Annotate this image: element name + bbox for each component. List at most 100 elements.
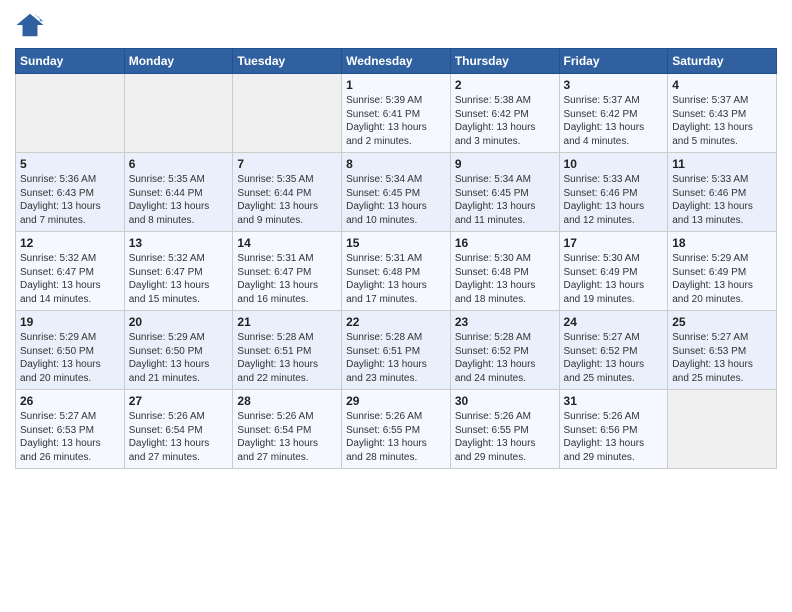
day-number: 13	[129, 236, 229, 250]
day-cell: 1 Sunrise: 5:39 AM Sunset: 6:41 PM Daylig…	[342, 74, 451, 153]
day-number: 14	[237, 236, 337, 250]
day-detail: Sunrise: 5:38 AM Sunset: 6:42 PM Dayligh…	[455, 94, 555, 148]
day-cell: 12 Sunrise: 5:32 AM Sunset: 6:47 PM Dayli…	[16, 232, 125, 311]
weekday-header-thursday: Thursday	[450, 49, 559, 74]
day-cell: 25 Sunrise: 5:27 AM Sunset: 6:53 PM Dayli…	[668, 311, 777, 390]
weekday-header-wednesday: Wednesday	[342, 49, 451, 74]
day-number: 12	[20, 236, 120, 250]
weekday-header-tuesday: Tuesday	[233, 49, 342, 74]
day-detail: Sunrise: 5:28 AM Sunset: 6:51 PM Dayligh…	[346, 331, 446, 385]
day-cell	[16, 74, 125, 153]
day-number: 29	[346, 394, 446, 408]
day-cell: 14Sunrise: 5:31 AM Sunset: 6:47 PM Dayli…	[233, 232, 342, 311]
day-cell: 30 Sunrise: 5:26 AM Sunset: 6:55 PM Dayli…	[450, 390, 559, 469]
day-number: 8	[346, 157, 446, 171]
day-cell: 18Sunrise: 5:29 AM Sunset: 6:49 PM Dayli…	[668, 232, 777, 311]
week-row-5: 26 Sunrise: 5:27 AM Sunset: 6:53 PM Dayli…	[16, 390, 777, 469]
day-cell: 26 Sunrise: 5:27 AM Sunset: 6:53 PM Dayli…	[16, 390, 125, 469]
day-cell: 13 Sunrise: 5:32 AM Sunset: 6:47 PM Dayli…	[124, 232, 233, 311]
day-number: 26	[20, 394, 120, 408]
day-cell: 23 Sunrise: 5:28 AM Sunset: 6:52 PM Dayli…	[450, 311, 559, 390]
logo-icon	[15, 10, 45, 40]
week-row-4: 19 Sunrise: 5:29 AM Sunset: 6:50 PM Dayli…	[16, 311, 777, 390]
day-detail: Sunrise: 5:32 AM Sunset: 6:47 PM Dayligh…	[20, 252, 120, 306]
day-cell: 2 Sunrise: 5:38 AM Sunset: 6:42 PM Daylig…	[450, 74, 559, 153]
day-detail: Sunrise: 5:35 AM Sunset: 6:44 PM Dayligh…	[237, 173, 337, 227]
day-number: 16	[455, 236, 555, 250]
day-number: 25	[672, 315, 772, 329]
day-detail: Sunrise: 5:27 AM Sunset: 6:53 PM Dayligh…	[20, 410, 120, 464]
day-cell: 27 Sunrise: 5:26 AM Sunset: 6:54 PM Dayli…	[124, 390, 233, 469]
day-number: 18	[672, 236, 772, 250]
day-number: 20	[129, 315, 229, 329]
day-detail: Sunrise: 5:26 AM Sunset: 6:54 PM Dayligh…	[237, 410, 337, 464]
day-detail: Sunrise: 5:29 AM Sunset: 6:50 PM Dayligh…	[20, 331, 120, 385]
day-detail: Sunrise: 5:26 AM Sunset: 6:55 PM Dayligh…	[346, 410, 446, 464]
day-number: 28	[237, 394, 337, 408]
day-detail: Sunrise: 5:34 AM Sunset: 6:45 PM Dayligh…	[346, 173, 446, 227]
day-number: 17	[564, 236, 664, 250]
day-number: 6	[129, 157, 229, 171]
day-number: 23	[455, 315, 555, 329]
day-detail: Sunrise: 5:29 AM Sunset: 6:50 PM Dayligh…	[129, 331, 229, 385]
day-cell: 6 Sunrise: 5:35 AM Sunset: 6:44 PM Daylig…	[124, 153, 233, 232]
day-number: 22	[346, 315, 446, 329]
day-number: 24	[564, 315, 664, 329]
week-row-2: 5 Sunrise: 5:36 AM Sunset: 6:43 PM Daylig…	[16, 153, 777, 232]
day-number: 4	[672, 78, 772, 92]
day-detail: Sunrise: 5:26 AM Sunset: 6:54 PM Dayligh…	[129, 410, 229, 464]
day-number: 10	[564, 157, 664, 171]
day-number: 7	[237, 157, 337, 171]
day-cell: 10Sunrise: 5:33 AM Sunset: 6:46 PM Dayli…	[559, 153, 668, 232]
day-detail: Sunrise: 5:39 AM Sunset: 6:41 PM Dayligh…	[346, 94, 446, 148]
day-detail: Sunrise: 5:33 AM Sunset: 6:46 PM Dayligh…	[672, 173, 772, 227]
day-number: 15	[346, 236, 446, 250]
calendar-table: SundayMondayTuesdayWednesdayThursdayFrid…	[15, 48, 777, 469]
day-detail: Sunrise: 5:27 AM Sunset: 6:53 PM Dayligh…	[672, 331, 772, 385]
day-cell: 24 Sunrise: 5:27 AM Sunset: 6:52 PM Dayli…	[559, 311, 668, 390]
day-cell	[233, 74, 342, 153]
weekday-header-saturday: Saturday	[668, 49, 777, 74]
day-detail: Sunrise: 5:35 AM Sunset: 6:44 PM Dayligh…	[129, 173, 229, 227]
day-number: 31	[564, 394, 664, 408]
day-number: 2	[455, 78, 555, 92]
weekday-header-monday: Monday	[124, 49, 233, 74]
day-cell: 20 Sunrise: 5:29 AM Sunset: 6:50 PM Dayli…	[124, 311, 233, 390]
day-cell: 17 Sunrise: 5:30 AM Sunset: 6:49 PM Dayli…	[559, 232, 668, 311]
day-detail: Sunrise: 5:32 AM Sunset: 6:47 PM Dayligh…	[129, 252, 229, 306]
day-cell: 31Sunrise: 5:26 AM Sunset: 6:56 PM Dayli…	[559, 390, 668, 469]
day-cell	[124, 74, 233, 153]
day-detail: Sunrise: 5:28 AM Sunset: 6:51 PM Dayligh…	[237, 331, 337, 385]
day-number: 30	[455, 394, 555, 408]
day-number: 27	[129, 394, 229, 408]
week-row-3: 12 Sunrise: 5:32 AM Sunset: 6:47 PM Dayli…	[16, 232, 777, 311]
day-detail: Sunrise: 5:37 AM Sunset: 6:42 PM Dayligh…	[564, 94, 664, 148]
day-detail: Sunrise: 5:28 AM Sunset: 6:52 PM Dayligh…	[455, 331, 555, 385]
day-cell: 16 Sunrise: 5:30 AM Sunset: 6:48 PM Dayli…	[450, 232, 559, 311]
day-cell: 7 Sunrise: 5:35 AM Sunset: 6:44 PM Daylig…	[233, 153, 342, 232]
header	[15, 10, 777, 40]
day-number: 21	[237, 315, 337, 329]
weekday-header-sunday: Sunday	[16, 49, 125, 74]
day-cell	[668, 390, 777, 469]
day-detail: Sunrise: 5:36 AM Sunset: 6:43 PM Dayligh…	[20, 173, 120, 227]
day-detail: Sunrise: 5:30 AM Sunset: 6:48 PM Dayligh…	[455, 252, 555, 306]
day-detail: Sunrise: 5:26 AM Sunset: 6:55 PM Dayligh…	[455, 410, 555, 464]
logo	[15, 10, 49, 40]
day-detail: Sunrise: 5:37 AM Sunset: 6:43 PM Dayligh…	[672, 94, 772, 148]
day-number: 1	[346, 78, 446, 92]
day-number: 3	[564, 78, 664, 92]
day-cell: 29 Sunrise: 5:26 AM Sunset: 6:55 PM Dayli…	[342, 390, 451, 469]
day-number: 9	[455, 157, 555, 171]
day-cell: 15Sunrise: 5:31 AM Sunset: 6:48 PM Dayli…	[342, 232, 451, 311]
day-number: 19	[20, 315, 120, 329]
day-detail: Sunrise: 5:30 AM Sunset: 6:49 PM Dayligh…	[564, 252, 664, 306]
day-detail: Sunrise: 5:34 AM Sunset: 6:45 PM Dayligh…	[455, 173, 555, 227]
week-row-1: 1 Sunrise: 5:39 AM Sunset: 6:41 PM Daylig…	[16, 74, 777, 153]
day-cell: 4 Sunrise: 5:37 AM Sunset: 6:43 PM Daylig…	[668, 74, 777, 153]
day-cell: 8 Sunrise: 5:34 AM Sunset: 6:45 PM Daylig…	[342, 153, 451, 232]
weekday-header-friday: Friday	[559, 49, 668, 74]
day-number: 5	[20, 157, 120, 171]
day-detail: Sunrise: 5:27 AM Sunset: 6:52 PM Dayligh…	[564, 331, 664, 385]
day-cell: 19 Sunrise: 5:29 AM Sunset: 6:50 PM Dayli…	[16, 311, 125, 390]
